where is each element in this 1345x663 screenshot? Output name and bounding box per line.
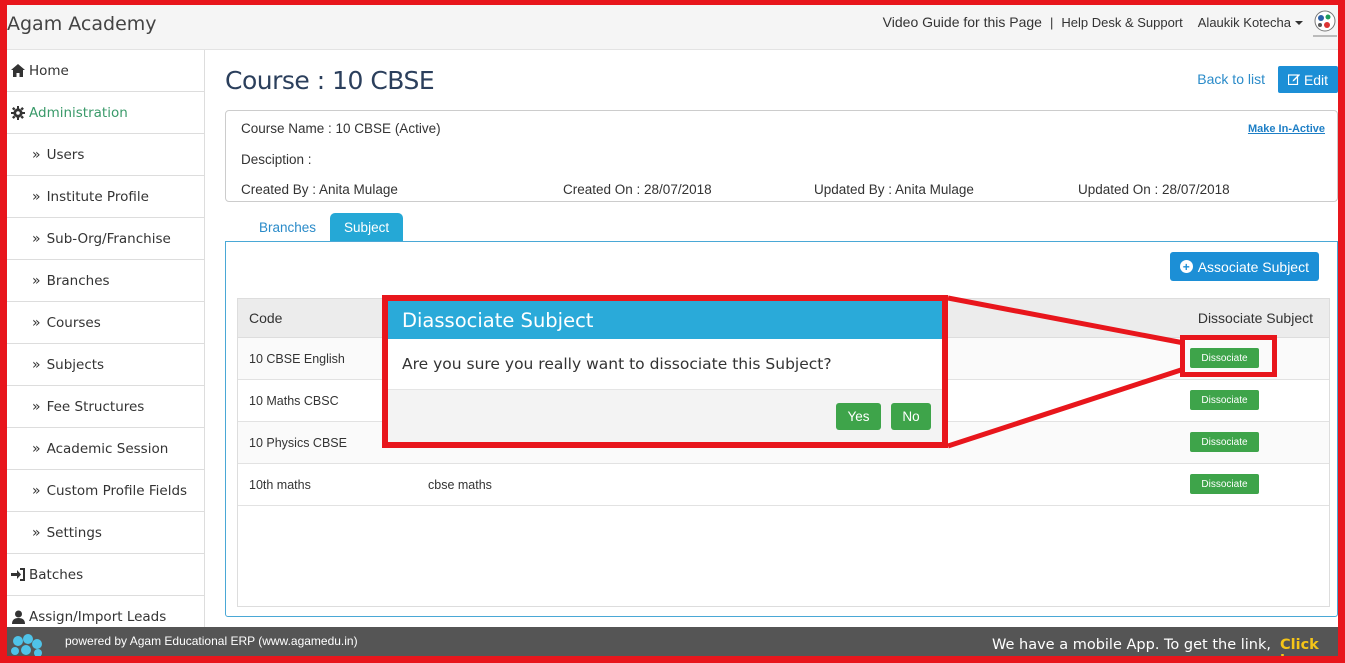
- nav-separator: |: [1049, 14, 1054, 30]
- no-button[interactable]: No: [891, 403, 931, 430]
- home-icon: [9, 64, 27, 77]
- chevron-double-right-icon: »: [32, 272, 41, 289]
- sidebar-item-label: Branches: [46, 272, 110, 289]
- sidebar-item-administration[interactable]: Administration: [7, 92, 204, 134]
- sidebar-item-sub-org[interactable]: » Sub-Org/Franchise: [7, 218, 204, 260]
- modal-title: Diassociate Subject: [388, 301, 942, 339]
- sidebar-item-label: Users: [46, 146, 85, 163]
- sidebar-item-label: Administration: [29, 104, 128, 121]
- subject-code: 10 CBSE English: [249, 352, 345, 366]
- footer: powered by Agam Educational ERP (www.aga…: [0, 627, 1345, 663]
- created-by: Created By : Anita Mulage: [241, 182, 398, 197]
- chevron-double-right-icon: »: [32, 440, 41, 457]
- sidebar-item-label: Assign/Import Leads: [29, 608, 167, 625]
- user-name: Alaukik Kotecha: [1197, 14, 1291, 30]
- column-header-dissociate: Dissociate Subject: [1197, 310, 1313, 326]
- agam-logo-icon: [11, 634, 42, 657]
- associate-subject-button[interactable]: + Associate Subject: [1169, 252, 1319, 281]
- dissociate-button[interactable]: Dissociate: [1190, 390, 1259, 410]
- top-nav-links: Video Guide for this Page | Help Desk & …: [883, 14, 1303, 30]
- sidebar-item-label: Courses: [46, 314, 101, 331]
- course-name: Course Name : 10 CBSE (Active): [241, 121, 441, 136]
- table-row: 10th maths cbse maths Dissociate: [238, 464, 1329, 506]
- chevron-double-right-icon: »: [32, 356, 41, 373]
- sidebar-item-settings[interactable]: » Settings: [7, 512, 204, 554]
- course-tabs: Branches Subject: [245, 213, 404, 241]
- sidebar: Home Administration » Users » Institute Pr…: [7, 50, 205, 627]
- updated-by: Updated By : Anita Mulage: [814, 182, 974, 197]
- sidebar-item-label: Settings: [46, 524, 102, 541]
- sidebar-item-label: Fee Structures: [46, 398, 145, 415]
- edit-button[interactable]: Edit: [1278, 66, 1338, 93]
- sidebar-item-custom-profile-fields[interactable]: » Custom Profile Fields: [7, 470, 204, 512]
- sidebar-item-home[interactable]: Home: [7, 50, 204, 92]
- edit-label: Edit: [1303, 71, 1329, 88]
- user-icon: [9, 610, 27, 624]
- top-navbar: Agam Academy Video Guide for this Page |…: [0, 0, 1345, 50]
- click-here-link[interactable]: Click here: [1280, 637, 1345, 663]
- video-guide-link[interactable]: Video Guide for this Page: [883, 14, 1042, 30]
- subject-code: 10th maths: [249, 478, 311, 492]
- sidebar-item-assign-import-leads[interactable]: Assign/Import Leads: [7, 596, 204, 627]
- mobile-app-text: We have a mobile App. To get the link,: [992, 637, 1271, 653]
- chevron-double-right-icon: »: [32, 524, 41, 541]
- company-logo-icon[interactable]: [1311, 8, 1339, 42]
- dissociate-confirm-modal: Diassociate Subject Are you sure you rea…: [382, 295, 948, 448]
- subject-description: cbse maths: [428, 478, 492, 492]
- associate-subject-label: Associate Subject: [1197, 258, 1309, 275]
- created-on: Created On : 28/07/2018: [563, 182, 712, 197]
- plus-circle-icon: +: [1179, 260, 1193, 273]
- course-description: Desciption :: [241, 152, 312, 167]
- brand-name[interactable]: Agam Academy: [7, 13, 157, 35]
- chevron-double-right-icon: »: [32, 230, 41, 247]
- dissociate-button[interactable]: Dissociate: [1190, 474, 1259, 494]
- sidebar-item-institute-profile[interactable]: » Institute Profile: [7, 176, 204, 218]
- help-desk-link[interactable]: Help Desk & Support: [1061, 15, 1182, 30]
- chevron-double-right-icon: »: [32, 188, 41, 205]
- sidebar-item-users[interactable]: » Users: [7, 134, 204, 176]
- modal-message: Are you sure you really want to dissocia…: [388, 339, 942, 390]
- back-to-list-link[interactable]: Back to list: [1197, 71, 1265, 87]
- sidebar-item-branches[interactable]: » Branches: [7, 260, 204, 302]
- edit-icon: [1287, 72, 1300, 88]
- updated-on: Updated On : 28/07/2018: [1078, 182, 1230, 197]
- caret-down-icon: [1295, 21, 1303, 26]
- sidebar-item-label: Sub-Org/Franchise: [46, 230, 171, 247]
- chevron-double-right-icon: »: [32, 482, 41, 499]
- sidebar-item-label: Subjects: [46, 356, 105, 373]
- sidebar-item-academic-session[interactable]: » Academic Session: [7, 428, 204, 470]
- sidebar-item-label: Custom Profile Fields: [46, 482, 188, 499]
- page-title: Course : 10 CBSE: [225, 66, 435, 95]
- chevron-double-right-icon: »: [32, 314, 41, 331]
- make-inactive-link[interactable]: Make In-Active: [1248, 123, 1325, 135]
- sign-in-icon: [9, 568, 27, 581]
- chevron-double-right-icon: »: [32, 398, 41, 415]
- column-header-code[interactable]: Code: [249, 310, 282, 326]
- yes-button[interactable]: Yes: [836, 403, 881, 430]
- sidebar-item-label: Institute Profile: [46, 188, 149, 205]
- dissociate-button[interactable]: Dissociate: [1190, 432, 1259, 452]
- sidebar-item-subjects[interactable]: » Subjects: [7, 344, 204, 386]
- subject-code: 10 Maths CBSC: [249, 394, 339, 408]
- sidebar-item-label: Home: [29, 62, 69, 79]
- sidebar-item-courses[interactable]: » Courses: [7, 302, 204, 344]
- course-info-box: Course Name : 10 CBSE (Active) Desciptio…: [225, 110, 1338, 202]
- tab-branches[interactable]: Branches: [245, 213, 330, 241]
- sidebar-item-label: Batches: [29, 566, 84, 583]
- tab-subject[interactable]: Subject: [330, 213, 404, 241]
- sidebar-item-label: Academic Session: [46, 440, 169, 457]
- subject-code: 10 Physics CBSE: [249, 436, 347, 450]
- modal-footer: Yes No: [388, 390, 942, 442]
- gear-icon: [9, 105, 27, 120]
- sidebar-item-batches[interactable]: Batches: [7, 554, 204, 596]
- user-menu[interactable]: Alaukik Kotecha: [1198, 15, 1303, 30]
- sidebar-item-fee-structures[interactable]: » Fee Structures: [7, 386, 204, 428]
- chevron-double-right-icon: »: [32, 146, 41, 163]
- powered-by-text: powered by Agam Educational ERP (www.aga…: [65, 634, 358, 648]
- dissociate-highlight-box: [1180, 335, 1277, 377]
